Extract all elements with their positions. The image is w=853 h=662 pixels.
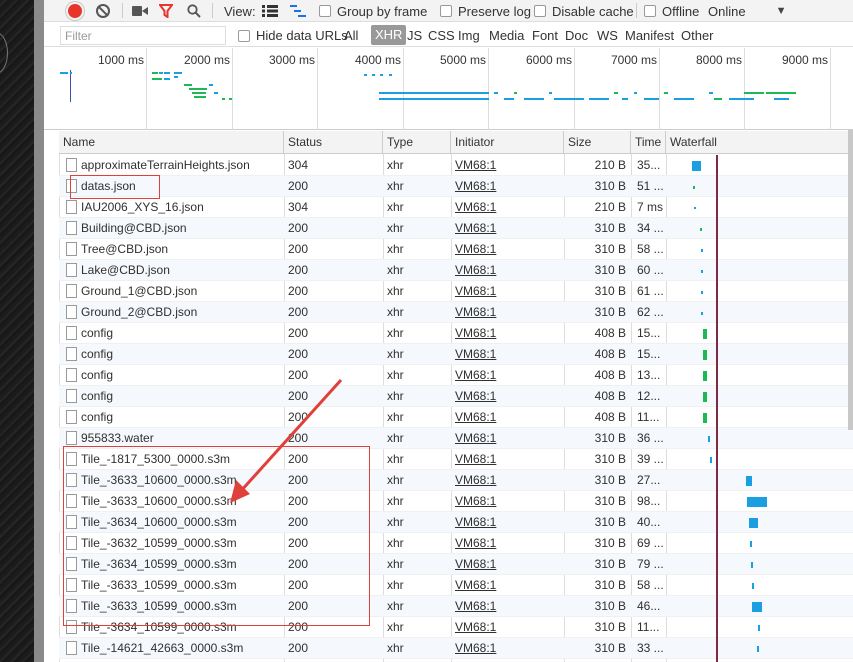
network-panel: View: Group by frame Preserve log Disabl… — [44, 0, 853, 662]
panel-edge — [34, 0, 44, 662]
background-decoration — [0, 32, 8, 74]
annotation-arrow — [230, 378, 343, 503]
scrollbar[interactable] — [848, 130, 853, 430]
